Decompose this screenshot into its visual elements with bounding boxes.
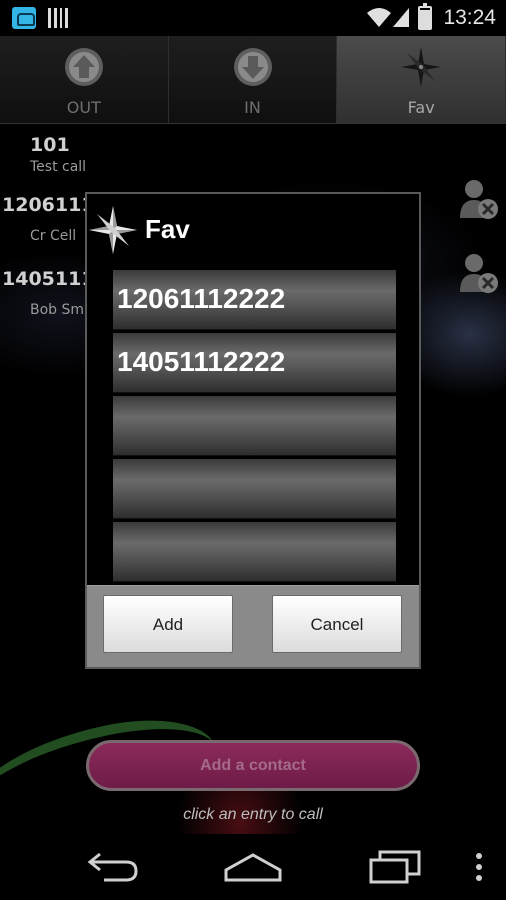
dialog-button-bar: Add Cancel: [87, 585, 419, 667]
dialog-list-row[interactable]: [113, 522, 396, 582]
navigation-bar: [0, 834, 506, 900]
tab-fav-label: Fav: [407, 98, 435, 117]
battery-charging-icon: [418, 3, 432, 30]
list-item-name: Test call: [30, 159, 87, 175]
dialog-title: Fav: [145, 214, 190, 244]
tab-out-label: OUT: [66, 98, 101, 117]
wifi-icon: [367, 8, 391, 27]
remove-contact-icon[interactable]: [458, 178, 498, 222]
dialog-list-row[interactable]: [113, 459, 396, 519]
home-icon[interactable]: [224, 852, 282, 882]
fav-dialog: Fav 12061112222 14051112222 Add Cancel: [85, 192, 421, 669]
compass-star-icon: [89, 206, 137, 254]
dialog-header: Fav: [87, 194, 419, 266]
overflow-menu-icon[interactable]: [474, 852, 484, 882]
add-button[interactable]: Add: [103, 595, 233, 653]
arrow-down-circle-icon: [233, 48, 272, 86]
dialog-row-number: 14051112222: [117, 346, 286, 377]
tab-out[interactable]: OUT: [0, 36, 169, 123]
recents-icon[interactable]: [368, 848, 422, 884]
list-item-number: 101: [30, 134, 70, 156]
dialog-number-list[interactable]: 12061112222 14051112222: [113, 270, 396, 585]
status-bar: 13:24: [0, 0, 506, 36]
hint-text: click an entry to call: [183, 806, 323, 823]
barcode-icon: [48, 8, 68, 28]
arrow-up-circle-icon: [64, 48, 103, 86]
dialog-list-row[interactable]: 14051112222: [113, 333, 396, 393]
phone-app-icon: [12, 7, 36, 29]
back-icon[interactable]: [86, 850, 140, 884]
tab-fav[interactable]: Fav: [337, 36, 506, 123]
tab-in[interactable]: IN: [168, 36, 338, 123]
list-item-name: Bob Smi: [30, 302, 88, 318]
dialog-list-row[interactable]: [113, 396, 396, 456]
add-contact-button[interactable]: Add a contact: [86, 740, 420, 791]
dialog-list-row[interactable]: 12061112222: [113, 270, 396, 330]
compass-star-icon: [401, 47, 442, 87]
clock: 13:24: [443, 6, 496, 29]
remove-contact-icon[interactable]: [458, 252, 498, 296]
cancel-button[interactable]: Cancel: [272, 595, 402, 653]
tab-in-label: IN: [244, 98, 261, 117]
tab-bar: OUT IN Fav: [0, 36, 506, 124]
dialog-row-number: 12061112222: [117, 283, 286, 314]
list-item-name: Cr Cell: [30, 228, 77, 244]
signal-icon: [393, 8, 409, 27]
